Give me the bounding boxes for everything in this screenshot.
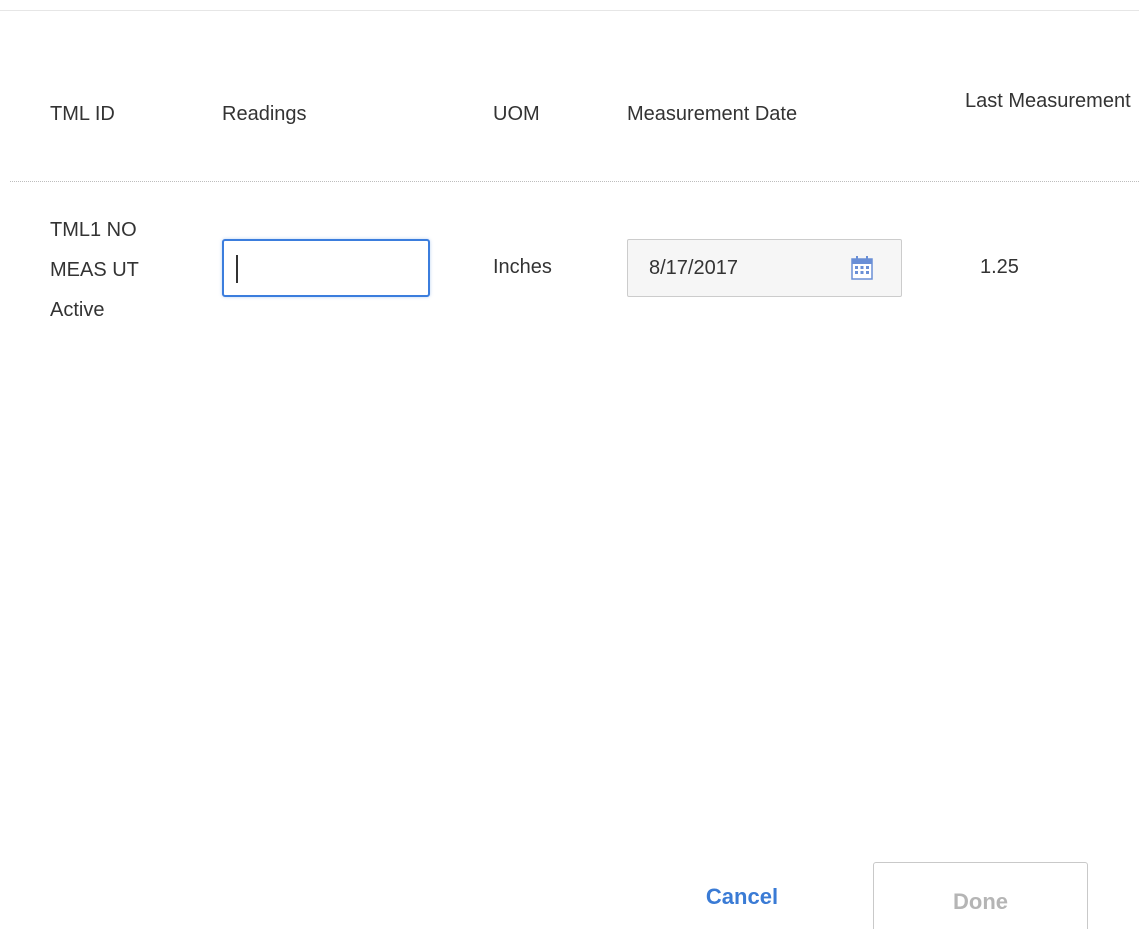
column-header-uom: UOM bbox=[493, 103, 540, 125]
cell-uom: Inches bbox=[493, 256, 552, 278]
measurement-date-field[interactable]: 8/17/2017 bbox=[627, 239, 902, 297]
done-button[interactable]: Done bbox=[873, 862, 1088, 929]
measurement-entry-dialog: TML ID Readings UOM Measurement Date Las… bbox=[0, 0, 1139, 929]
text-caret bbox=[236, 255, 238, 283]
column-header-last-measurement: Last Measurement bbox=[965, 90, 1131, 112]
header-divider bbox=[10, 181, 1139, 182]
cell-last-measurement: 1.25 bbox=[980, 256, 1019, 278]
measurement-date-value: 8/17/2017 bbox=[649, 257, 738, 279]
cell-tml-id: TML1 NO MEAS UT Active bbox=[50, 219, 139, 321]
cancel-button[interactable]: Cancel bbox=[672, 862, 812, 929]
table-header: TML ID Readings UOM Measurement Date Las… bbox=[0, 0, 1139, 180]
table-row: TML1 NO MEAS UT Active Inches 8/17/2017 bbox=[0, 205, 1139, 335]
column-header-tml-id: TML ID bbox=[50, 103, 115, 125]
readings-input[interactable] bbox=[222, 239, 430, 297]
column-header-measurement-date: Measurement Date bbox=[627, 103, 798, 125]
column-header-readings: Readings bbox=[222, 103, 307, 125]
calendar-icon[interactable] bbox=[851, 256, 873, 280]
